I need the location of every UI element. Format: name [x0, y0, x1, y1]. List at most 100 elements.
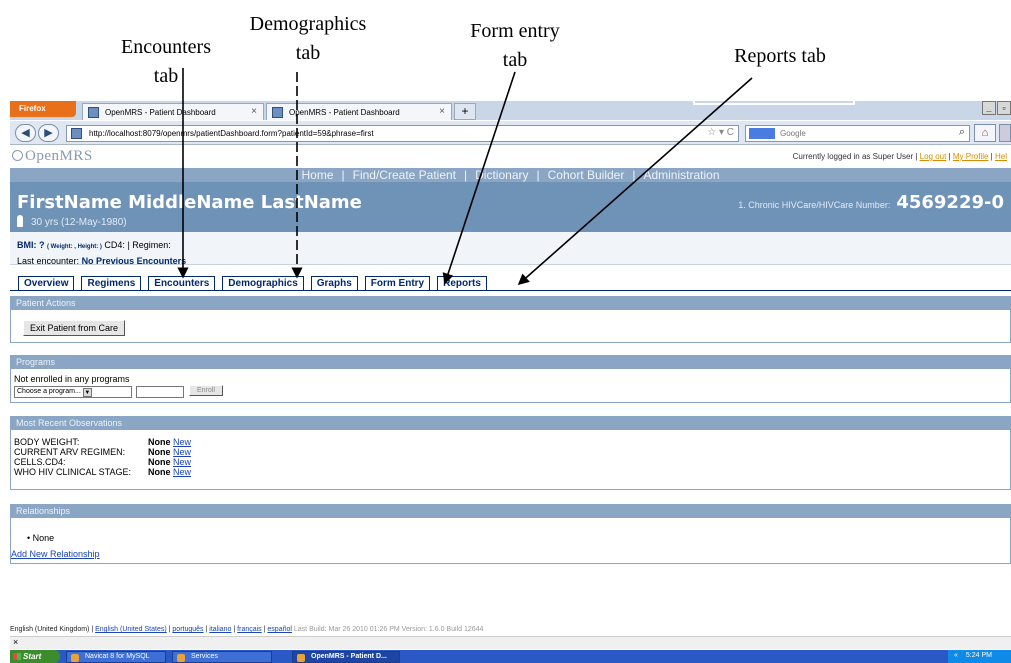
- forward-arrow-icon[interactable]: ▶: [38, 124, 59, 142]
- logo-text: OpenMRS: [25, 148, 93, 164]
- identifier-label: 1. Chronic HIVCare/HIVCare Number:: [738, 200, 891, 210]
- nav-home[interactable]: Home: [301, 168, 333, 182]
- search-icon[interactable]: ⌕: [959, 126, 965, 139]
- locale-link[interactable]: português: [172, 626, 203, 633]
- obs-new-link[interactable]: New: [173, 457, 191, 467]
- browser-tab-2[interactable]: OpenMRS - Patient Dashboard ×: [266, 103, 452, 120]
- program-date-input[interactable]: [136, 386, 184, 398]
- browser-nav-bar: ◀ ▶ http://localhost:8079/openmrs/patien…: [10, 121, 1011, 145]
- search-bar[interactable]: Google ⌕: [745, 125, 970, 142]
- patient-summary-line1: BMI: ? ( Weight: , Height: ) CD4: | Regi…: [17, 240, 171, 250]
- obs-row: CELLS.CD4: None New: [14, 457, 191, 467]
- nav-administration[interactable]: Administration: [643, 168, 719, 182]
- browser-tab-1-title: OpenMRS - Patient Dashboard: [105, 108, 216, 117]
- openmrs-favicon-icon: [272, 107, 283, 118]
- obs-value: None: [148, 437, 171, 447]
- callout-reports: Reports tab: [690, 42, 870, 71]
- new-tab-button[interactable]: +: [454, 103, 476, 120]
- obs-new-link[interactable]: New: [173, 467, 191, 477]
- build-info: Last Build: Mar 26 2010 01:26 PM Version…: [293, 626, 484, 633]
- url-bar[interactable]: http://localhost:8079/openmrs/patientDas…: [66, 125, 739, 142]
- minimize-button[interactable]: _: [982, 101, 996, 115]
- browser-tab-1[interactable]: OpenMRS - Patient Dashboard ×: [82, 103, 264, 120]
- callout-form-entry-line2: tab: [502, 49, 528, 71]
- login-text: Currently logged in as Super User: [792, 152, 914, 161]
- taskbar-item-label: Services: [191, 653, 218, 660]
- logout-link[interactable]: Log out: [920, 152, 947, 161]
- tray-expand-icon[interactable]: «: [954, 652, 958, 659]
- program-select[interactable]: Choose a program... ▼: [14, 386, 132, 398]
- exit-patient-button[interactable]: Exit Patient from Care: [23, 320, 126, 336]
- add-relationship-link[interactable]: Add New Relationship: [11, 549, 100, 559]
- locale-link[interactable]: italiano: [209, 626, 231, 633]
- identifier-value: 4569229-0: [896, 192, 1004, 213]
- close-tab-2-icon[interactable]: ×: [439, 106, 445, 117]
- observations-body: BODY WEIGHT: None New CURRENT ARV REGIMEN…: [10, 430, 1011, 490]
- obs-new-link[interactable]: New: [173, 447, 191, 457]
- tab-underline: [10, 290, 1011, 291]
- navicat-icon: [71, 654, 79, 662]
- tab-graphs[interactable]: Graphs: [310, 276, 358, 291]
- relationship-item-text: None: [32, 533, 55, 543]
- taskbar-item-label: OpenMRS - Patient D...: [311, 653, 387, 660]
- obs-label: BODY WEIGHT:: [14, 437, 80, 447]
- user-info: Currently logged in as Super User | Log …: [792, 152, 1007, 161]
- start-label: Start: [23, 652, 42, 661]
- locale-link[interactable]: français: [237, 626, 262, 633]
- obs-label: CURRENT ARV REGIMEN:: [14, 447, 126, 457]
- tab-encounters[interactable]: Encounters: [148, 276, 216, 291]
- taskbar-item-openmrs[interactable]: OpenMRS - Patient D...: [292, 651, 400, 663]
- callout-demographics-line1: Demographics: [249, 13, 367, 35]
- obs-new-link[interactable]: New: [173, 437, 191, 447]
- find-bar: ×: [10, 636, 1011, 649]
- taskbar-item-navicat[interactable]: Navicat 8 for MySQL: [66, 651, 166, 663]
- restore-button[interactable]: ▫: [997, 101, 1011, 115]
- home-icon[interactable]: ⌂: [974, 124, 996, 142]
- start-button[interactable]: Start: [10, 650, 60, 663]
- nav-arrows: ◀ ▶: [15, 124, 61, 142]
- locale-link[interactable]: español: [267, 626, 292, 633]
- tab-form-entry[interactable]: Form Entry: [364, 276, 431, 291]
- nav-dictionary[interactable]: Dictionary: [475, 168, 528, 182]
- regimen-label: Regimen:: [132, 240, 171, 250]
- tab-overview[interactable]: Overview: [18, 276, 75, 291]
- google-engine-icon[interactable]: [749, 128, 775, 139]
- callout-form-entry-line1: Form entry: [470, 20, 560, 42]
- back-arrow-icon[interactable]: ◀: [15, 124, 36, 142]
- enroll-button[interactable]: Enroll: [189, 385, 223, 396]
- callout-demographics: Demographics tab: [238, 10, 378, 68]
- window-controls: _ ▫: [981, 101, 1011, 117]
- my-profile-link[interactable]: My Profile: [953, 152, 989, 161]
- find-bar-close-icon[interactable]: ×: [13, 637, 18, 647]
- patient-age-line: 30 yrs (12-May-1980): [17, 215, 127, 228]
- observations-list: BODY WEIGHT: None New CURRENT ARV REGIMEN…: [14, 437, 191, 477]
- programs-body: Not enrolled in any programs Choose a pr…: [10, 369, 1011, 403]
- current-locale: English (United Kingdom): [10, 626, 90, 633]
- main-nav: Home | Find/Create Patient | Dictionary | Coho…: [10, 168, 1011, 182]
- patient-age: 30 yrs (12-May-1980): [31, 217, 127, 228]
- services-icon: [177, 654, 185, 662]
- bmi-detail: ( Weight: , Height: ): [47, 244, 102, 250]
- obs-row: CURRENT ARV REGIMEN: None New: [14, 447, 191, 457]
- close-tab-1-icon[interactable]: ×: [251, 106, 257, 117]
- windows-logo-icon: [13, 653, 21, 660]
- nav-cohort-builder[interactable]: Cohort Builder: [548, 168, 625, 182]
- bookmark-star-icon[interactable]: ☆ ▾ C: [707, 127, 734, 138]
- url-text: http://localhost:8079/openmrs/patientDas…: [89, 129, 374, 138]
- openmrs-logo[interactable]: OpenMRS: [12, 148, 93, 165]
- tab-regimens[interactable]: Regimens: [81, 276, 142, 291]
- tab-reports[interactable]: Reports: [437, 276, 487, 291]
- taskbar-item-services[interactable]: Services: [172, 651, 272, 663]
- bookmarks-icon[interactable]: [999, 124, 1011, 142]
- help-link[interactable]: Hel: [995, 152, 1007, 161]
- locale-link[interactable]: English (United States): [95, 626, 167, 633]
- site-favicon-icon: [71, 128, 82, 139]
- tab-demographics[interactable]: Demographics: [222, 276, 304, 291]
- obs-value: None: [148, 457, 171, 467]
- patient-summary-line2: Last encounter: No Previous Encounters: [17, 254, 1011, 268]
- nav-find-create-patient[interactable]: Find/Create Patient: [353, 168, 456, 182]
- patient-name: FirstName MiddleName LastName: [17, 192, 362, 213]
- chevron-down-icon[interactable]: ▼: [82, 388, 92, 397]
- callout-encounters-line1: Encounters: [121, 36, 211, 58]
- firefox-menu-button[interactable]: Firefox: [10, 101, 76, 117]
